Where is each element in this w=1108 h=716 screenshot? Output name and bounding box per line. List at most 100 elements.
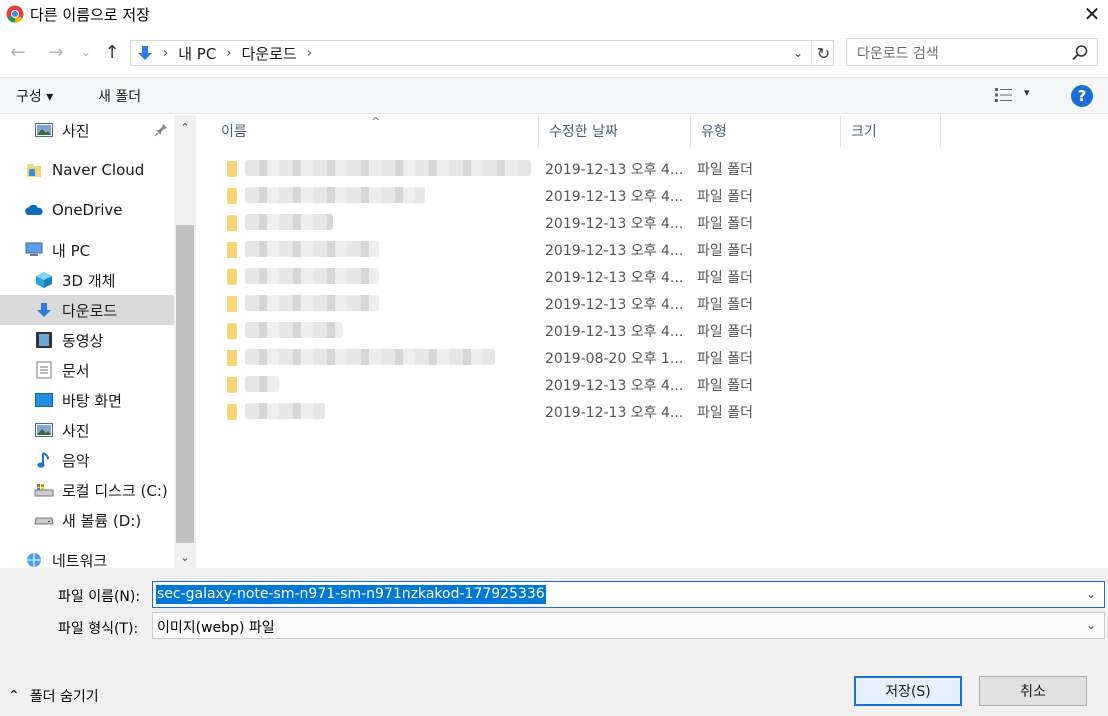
- sidebar-item[interactable]: 내 PC: [0, 235, 174, 265]
- documents-icon: [34, 361, 54, 379]
- breadcrumb-separator[interactable]: ›: [163, 46, 168, 61]
- sidebar-item-label: OneDrive: [52, 201, 123, 219]
- refresh-button[interactable]: ↻: [811, 41, 835, 65]
- sidebar-item-label: 문서: [62, 361, 90, 380]
- file-row[interactable]: 2019-12-13 오후 4... 파일 폴더: [197, 155, 1108, 182]
- recent-locations-button[interactable]: ⌄: [78, 40, 94, 64]
- view-dropdown-button[interactable]: ▾: [1024, 86, 1030, 99]
- file-row[interactable]: 2019-12-13 오후 4... 파일 폴더: [197, 263, 1108, 290]
- sidebar-item[interactable]: 음악: [0, 445, 174, 475]
- search-icon[interactable]: [1071, 44, 1089, 62]
- scroll-up-button[interactable]: ⌃: [174, 117, 196, 137]
- file-date: 2019-12-13 오후 4...: [545, 378, 684, 394]
- folder-icon: [227, 188, 237, 204]
- title-bar: 다른 이름으로 저장 ✕: [0, 0, 1108, 30]
- sidebar-item[interactable]: OneDrive: [0, 195, 174, 225]
- sidebar-item[interactable]: 3D 개체: [0, 265, 174, 295]
- window-title: 다른 이름으로 저장: [30, 6, 150, 24]
- redacted-folder-name: [245, 295, 379, 311]
- sort-ascending-icon: ^: [371, 115, 381, 128]
- sidebar-item-label: 네트워크: [52, 551, 108, 569]
- folder-icon: [227, 296, 237, 312]
- breadcrumb-separator[interactable]: ›: [226, 46, 231, 61]
- close-button[interactable]: ✕: [1076, 0, 1108, 28]
- view-options-icon[interactable]: [994, 86, 1014, 104]
- filename-input[interactable]: sec-galaxy-note-sm-n971-sm-n971nzkakod-1…: [152, 581, 1105, 608]
- forward-button[interactable]: →: [44, 40, 68, 64]
- sidebar-item[interactable]: 사진: [0, 115, 174, 145]
- sidebar-item-label: 사진: [62, 121, 90, 140]
- back-button[interactable]: ←: [6, 40, 30, 64]
- file-list: 이름 ^ 수정한 날짜 유형 크기 2019-12-13 오후 4... 파일 폴…: [197, 115, 1108, 568]
- sidebar-item-label: Naver Cloud: [52, 161, 145, 179]
- desktop-icon: [34, 391, 54, 409]
- scroll-down-button[interactable]: ⌄: [174, 547, 196, 567]
- redacted-folder-name: [245, 160, 531, 176]
- address-dropdown-button[interactable]: ⌄: [789, 44, 807, 62]
- breadcrumb-item-downloads[interactable]: 다운로드: [242, 43, 297, 64]
- breadcrumb: › 내 PC › 다운로드 ›: [131, 41, 312, 65]
- column-header-type[interactable]: 유형: [691, 115, 841, 147]
- help-button[interactable]: ?: [1071, 85, 1093, 107]
- file-date: 2019-12-13 오후 4...: [545, 297, 684, 313]
- file-type: 파일 폴더: [697, 324, 753, 340]
- file-row[interactable]: 2019-12-13 오후 4... 파일 폴더: [197, 290, 1108, 317]
- redacted-folder-name: [245, 187, 425, 203]
- file-row[interactable]: 2019-12-13 오후 4... 파일 폴더: [197, 236, 1108, 263]
- filename-text: sec-galaxy-note-sm-n971-sm-n971nzkakod-1…: [156, 585, 546, 604]
- file-date: 2019-12-13 오후 4...: [545, 216, 684, 232]
- new-folder-button[interactable]: 새 폴더: [98, 86, 141, 106]
- save-button[interactable]: 저장(S): [854, 676, 962, 706]
- navigation-scrollbar[interactable]: ⌃ ⌄: [174, 115, 196, 568]
- 3d-objects-icon: [34, 271, 54, 289]
- up-button[interactable]: ↑: [100, 40, 124, 64]
- naver-cloud-icon: [24, 161, 44, 179]
- chevron-up-icon: ⌃: [8, 688, 20, 704]
- file-type: 파일 폴더: [697, 405, 753, 421]
- sidebar-item[interactable]: 사진: [0, 415, 174, 445]
- address-bar[interactable]: › 내 PC › 다운로드 › ⌄ ↻: [130, 40, 834, 66]
- file-row[interactable]: 2019-12-13 오후 4... 파일 폴더: [197, 182, 1108, 209]
- filename-dropdown-icon[interactable]: ⌄: [1086, 587, 1096, 601]
- sidebar-item[interactable]: 다운로드: [0, 295, 174, 325]
- filetype-select[interactable]: 이미지(webp) 파일 ⌄: [152, 612, 1105, 639]
- file-type: 파일 폴더: [697, 270, 753, 286]
- sidebar-item[interactable]: 동영상: [0, 325, 174, 355]
- column-header-size[interactable]: 크기: [841, 115, 941, 147]
- file-row[interactable]: 2019-12-13 오후 4... 파일 폴더: [197, 209, 1108, 236]
- filetype-value: 이미지(webp) 파일: [157, 620, 275, 636]
- sidebar-item[interactable]: 바탕 화면: [0, 385, 174, 415]
- file-row[interactable]: 2019-12-13 오후 4... 파일 폴더: [197, 398, 1108, 425]
- file-row[interactable]: 2019-12-13 오후 4... 파일 폴더: [197, 371, 1108, 398]
- scroll-thumb[interactable]: [176, 225, 194, 543]
- sidebar-item[interactable]: 네트워크: [0, 545, 174, 568]
- sidebar-item[interactable]: Naver Cloud: [0, 155, 174, 185]
- filetype-dropdown-icon[interactable]: ⌄: [1086, 618, 1096, 632]
- column-header-date[interactable]: 수정한 날짜: [539, 115, 691, 147]
- file-row[interactable]: 2019-08-20 오후 1... 파일 폴더: [197, 344, 1108, 371]
- search-box[interactable]: 다운로드 검색: [846, 38, 1098, 66]
- command-bar: 구성 ▾ 새 폴더 ▾ ?: [0, 77, 1108, 114]
- file-row[interactable]: 2019-12-13 오후 4... 파일 폴더: [197, 317, 1108, 344]
- file-type: 파일 폴더: [697, 297, 753, 313]
- sidebar-item-label: 다운로드: [62, 301, 118, 320]
- sidebar-item[interactable]: 로컬 디스크 (C:): [0, 475, 174, 505]
- folder-icon: [227, 350, 237, 366]
- sidebar-item[interactable]: 문서: [0, 355, 174, 385]
- chrome-icon: [6, 5, 24, 23]
- sidebar-item[interactable]: 새 볼륨 (D:): [0, 505, 174, 535]
- redacted-folder-name: [245, 268, 379, 284]
- folder-icon: [227, 323, 237, 339]
- file-date: 2019-12-13 오후 4...: [545, 243, 684, 259]
- file-date: 2019-12-13 오후 4...: [545, 162, 684, 178]
- sidebar-item-label: 로컬 디스크 (C:): [62, 481, 168, 500]
- cancel-button[interactable]: 취소: [979, 676, 1087, 706]
- redacted-folder-name: [245, 403, 325, 419]
- breadcrumb-separator[interactable]: ›: [307, 46, 312, 61]
- hide-folders-toggle[interactable]: ⌃ 폴더 숨기기: [8, 686, 99, 706]
- file-date: 2019-12-13 오후 4...: [545, 189, 684, 205]
- search-placeholder: 다운로드 검색: [857, 46, 939, 62]
- breadcrumb-item-pc[interactable]: 내 PC: [178, 43, 216, 64]
- sidebar-item-label: 음악: [62, 451, 90, 470]
- organize-button[interactable]: 구성 ▾: [16, 86, 53, 106]
